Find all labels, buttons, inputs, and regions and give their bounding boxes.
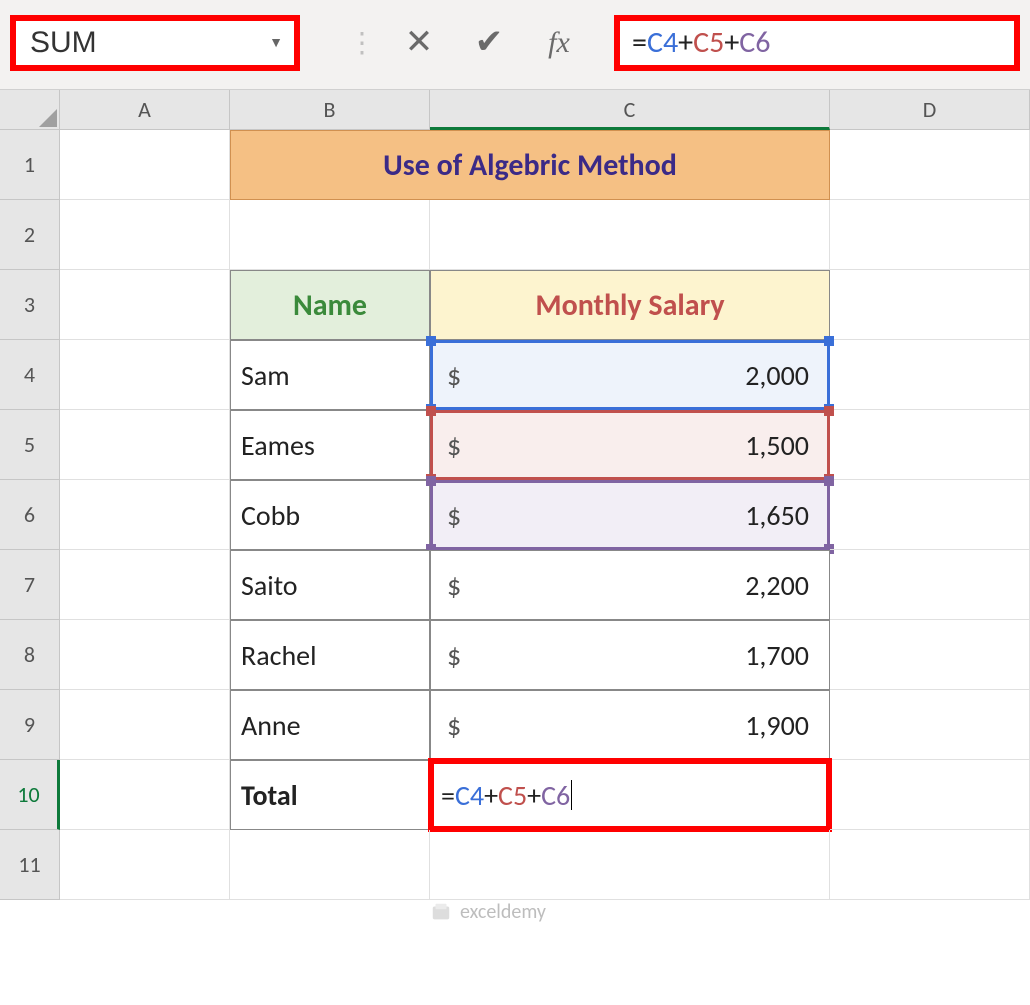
cell-D1[interactable] (830, 130, 1030, 200)
col-header-C[interactable]: C (430, 90, 830, 130)
logo-icon (430, 901, 452, 923)
name-box[interactable] (16, 26, 258, 60)
currency-symbol: $ (441, 498, 461, 533)
cell-B6[interactable]: Cobb (230, 480, 430, 550)
header-salary[interactable]: Monthly Salary (430, 270, 830, 340)
currency-symbol: $ (441, 428, 461, 463)
select-all-corner[interactable] (0, 90, 60, 130)
cell-B2[interactable] (230, 200, 430, 270)
header-name[interactable]: Name (230, 270, 430, 340)
cell-C4[interactable]: $ 2,000 (430, 340, 830, 410)
cell-A1[interactable] (60, 130, 230, 200)
row-header-9[interactable]: 9 (0, 690, 60, 760)
cell-C2[interactable] (430, 200, 830, 270)
salary-value: 1,500 (745, 428, 819, 463)
cell-C11[interactable] (430, 830, 830, 900)
cell-C6[interactable]: $ 1,650 (430, 480, 830, 550)
cell-A3[interactable] (60, 270, 230, 340)
row-header-11[interactable]: 11 (0, 830, 60, 900)
cell-D7[interactable] (830, 550, 1030, 620)
currency-symbol: $ (441, 708, 461, 743)
cell-A9[interactable] (60, 690, 230, 760)
cell-C10-active[interactable]: =C4+C5+C6 (430, 760, 830, 830)
cell-D10[interactable] (830, 760, 1030, 830)
salary-value: 1,650 (745, 498, 819, 533)
cell-B5[interactable]: Eames (230, 410, 430, 480)
cell-C8[interactable]: $ 1,700 (430, 620, 830, 690)
formula-input[interactable]: =C4+C5+C6 (632, 24, 770, 61)
insert-function-button[interactable]: fx (524, 26, 594, 60)
name-box-highlight: ▼ (10, 15, 300, 71)
cell-A4[interactable] (60, 340, 230, 410)
cell-C9[interactable]: $ 1,900 (430, 690, 830, 760)
cell-D6[interactable] (830, 480, 1030, 550)
row-header-5[interactable]: 5 (0, 410, 60, 480)
cell-A10[interactable] (60, 760, 230, 830)
col-header-D[interactable]: D (830, 90, 1030, 130)
cell-B4[interactable]: Sam (230, 340, 430, 410)
cell-D5[interactable] (830, 410, 1030, 480)
salary-value: 1,700 (745, 638, 819, 673)
cell-D4[interactable] (830, 340, 1030, 410)
cell-B8[interactable]: Rachel (230, 620, 430, 690)
cell-C7[interactable]: $ 2,200 (430, 550, 830, 620)
enter-button[interactable]: ✔ (454, 22, 524, 63)
cell-B9[interactable]: Anne (230, 690, 430, 760)
row-header-6[interactable]: 6 (0, 480, 60, 550)
salary-value: 2,200 (745, 568, 819, 603)
cell-B10-total[interactable]: Total (230, 760, 430, 830)
col-header-A[interactable]: A (60, 90, 230, 130)
divider: ⋮ (340, 25, 384, 60)
cell-A2[interactable] (60, 200, 230, 270)
formula-bar: ▼ ⋮ ✕ ✔ fx =C4+C5+C6 (0, 0, 1030, 90)
cell-B11[interactable] (230, 830, 430, 900)
col-header-B[interactable]: B (230, 90, 430, 130)
cell-A11[interactable] (60, 830, 230, 900)
cell-D9[interactable] (830, 690, 1030, 760)
cell-B7[interactable]: Saito (230, 550, 430, 620)
title-cell[interactable]: Use of Algebric Method (230, 130, 830, 200)
cell-D11[interactable] (830, 830, 1030, 900)
salary-value: 2,000 (745, 358, 819, 393)
cancel-button[interactable]: ✕ (384, 22, 454, 63)
chevron-down-icon[interactable]: ▼ (258, 34, 294, 51)
row-header-10[interactable]: 10 (0, 760, 60, 830)
watermark: exceldemy (430, 900, 546, 924)
currency-symbol: $ (441, 358, 461, 393)
currency-symbol: $ (441, 568, 461, 603)
cell-C5[interactable]: $ 1,500 (430, 410, 830, 480)
formula-input-highlight: =C4+C5+C6 (614, 15, 1020, 71)
spreadsheet-grid: A B C D 1 Use of Algebric Method 2 3 Nam… (0, 90, 1030, 900)
row-header-2[interactable]: 2 (0, 200, 60, 270)
cell-D8[interactable] (830, 620, 1030, 690)
currency-symbol: $ (441, 638, 461, 673)
cell-A5[interactable] (60, 410, 230, 480)
row-header-1[interactable]: 1 (0, 130, 60, 200)
text-cursor (571, 780, 572, 810)
row-header-3[interactable]: 3 (0, 270, 60, 340)
cell-D3[interactable] (830, 270, 1030, 340)
row-header-8[interactable]: 8 (0, 620, 60, 690)
cell-A7[interactable] (60, 550, 230, 620)
cell-A8[interactable] (60, 620, 230, 690)
row-header-4[interactable]: 4 (0, 340, 60, 410)
cell-A6[interactable] (60, 480, 230, 550)
cell-D2[interactable] (830, 200, 1030, 270)
row-header-7[interactable]: 7 (0, 550, 60, 620)
salary-value: 1,900 (745, 708, 819, 743)
